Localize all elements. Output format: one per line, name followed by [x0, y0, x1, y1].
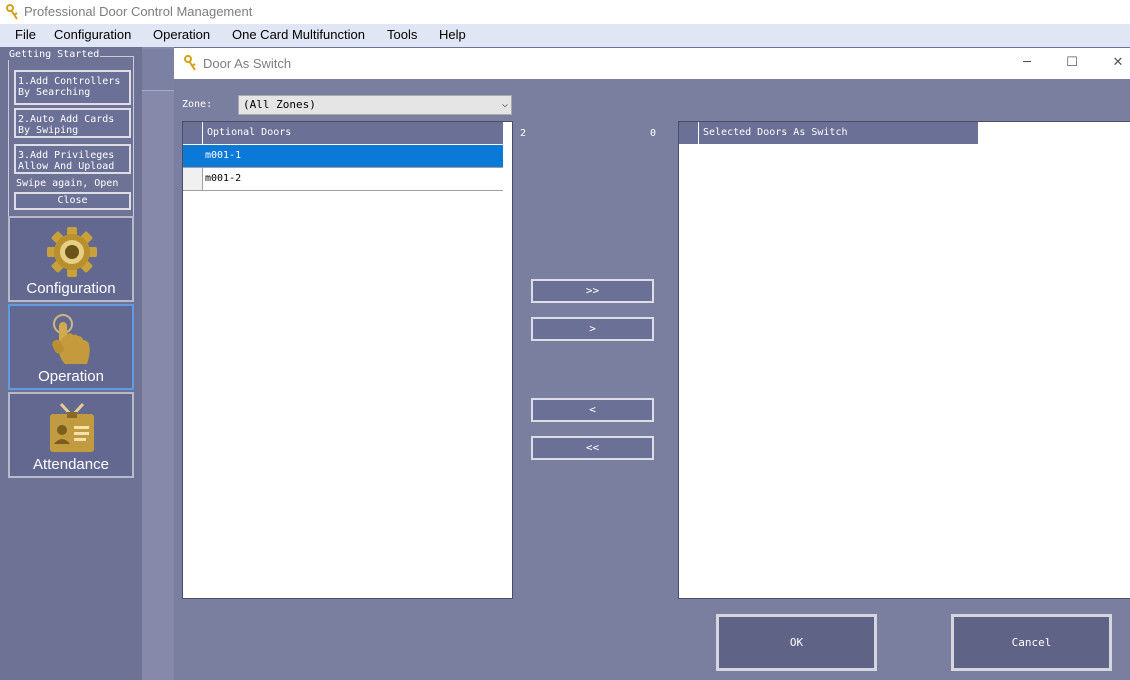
optional-doors-header[interactable]: Optional Doors: [207, 127, 291, 138]
nav-attendance[interactable]: Attendance: [8, 392, 134, 478]
close-button[interactable]: ✕: [1105, 52, 1130, 74]
grid-header: Optional Doors: [183, 122, 504, 144]
nav-label: Attendance: [33, 456, 109, 473]
key-icon: [184, 55, 196, 71]
remove-all-button[interactable]: <<: [531, 436, 654, 460]
step-auto-add-cards-button[interactable]: 2.Auto Add Cards By Swiping: [14, 108, 131, 138]
cancel-button[interactable]: Cancel: [951, 614, 1112, 671]
door-as-switch-dialog: Door As Switch ─ ☐ ✕ Zone: (All Zones) ⌵…: [174, 48, 1130, 680]
zone-select[interactable]: (All Zones) ⌵: [238, 95, 512, 115]
nav-configuration[interactable]: Configuration: [8, 216, 134, 302]
door-name-cell: m001-2: [205, 173, 242, 184]
id-badge-icon: [50, 402, 94, 452]
nav-label: Operation: [38, 368, 104, 385]
grid-corner: [183, 122, 203, 144]
menu-one-card-multifunction[interactable]: One Card Multifunction: [232, 27, 365, 42]
nav-operation[interactable]: Operation: [8, 304, 134, 390]
nav-label: Configuration: [26, 280, 116, 297]
step-line1: 1.Add Controllers: [18, 76, 121, 87]
menu-help[interactable]: Help: [439, 27, 466, 42]
app-title: Professional Door Control Management: [24, 4, 253, 19]
zone-label: Zone:: [182, 99, 213, 110]
selected-doors-grid[interactable]: Selected Doors As Switch: [678, 121, 1130, 599]
main-tab[interactable]: [142, 49, 174, 91]
maximize-button[interactable]: ☐: [1059, 52, 1085, 74]
optional-count: 2: [520, 128, 527, 139]
menu-bar: File Configuration Operation One Card Mu…: [0, 24, 1130, 47]
add-all-button[interactable]: >>: [531, 279, 654, 303]
step-line2: By Searching: [18, 87, 91, 98]
door-name-cell: m001-1: [205, 150, 242, 161]
selected-doors-header[interactable]: Selected Doors As Switch: [703, 127, 848, 138]
add-one-button[interactable]: >: [531, 317, 654, 341]
step-add-controllers-button[interactable]: 1.Add Controllers By Searching: [14, 70, 131, 105]
row-header[interactable]: [183, 168, 203, 190]
sidebar: Getting Started 1.Add Controllers By Sea…: [0, 47, 142, 680]
table-row[interactable]: m001-1: [183, 145, 503, 168]
app-titlebar: Professional Door Control Management: [0, 0, 1130, 24]
step-line1: 3.Add Privileges: [18, 150, 115, 161]
key-icon: [6, 4, 18, 20]
minimize-button[interactable]: ─: [1014, 52, 1040, 74]
getting-started-legend: Getting Started: [8, 49, 101, 60]
swipe-again-text: Swipe again, Open: [16, 178, 119, 189]
gear-icon: [47, 227, 97, 277]
menu-configuration[interactable]: Configuration: [54, 27, 131, 42]
zone-selected-value: (All Zones): [243, 98, 316, 111]
hand-pointer-icon: [52, 314, 90, 364]
optional-doors-grid[interactable]: Optional Doors m001-1 m001-2: [182, 121, 513, 599]
chevron-down-icon: ⌵: [501, 99, 508, 110]
grid-header: Selected Doors As Switch: [679, 122, 979, 144]
remove-one-button[interactable]: <: [531, 398, 654, 422]
step-line2: Allow And Upload: [18, 161, 115, 172]
ok-button[interactable]: OK: [716, 614, 877, 671]
dialog-titlebar: Door As Switch ─ ☐ ✕: [174, 48, 1130, 79]
menu-file[interactable]: File: [15, 27, 36, 42]
getting-started-close-button[interactable]: Close: [14, 192, 131, 210]
selected-count: 0: [650, 128, 657, 139]
main-tab-strip: [142, 47, 174, 680]
table-row[interactable]: m001-2: [183, 168, 503, 191]
menu-tools[interactable]: Tools: [387, 27, 417, 42]
step-add-privileges-button[interactable]: 3.Add Privileges Allow And Upload: [14, 144, 131, 174]
grid-corner: [679, 122, 699, 144]
row-header[interactable]: [183, 145, 203, 167]
menu-operation[interactable]: Operation: [153, 27, 210, 42]
dialog-title: Door As Switch: [203, 56, 292, 71]
step-line1: 2.Auto Add Cards: [18, 114, 115, 125]
step-line2: By Swiping: [18, 125, 79, 136]
